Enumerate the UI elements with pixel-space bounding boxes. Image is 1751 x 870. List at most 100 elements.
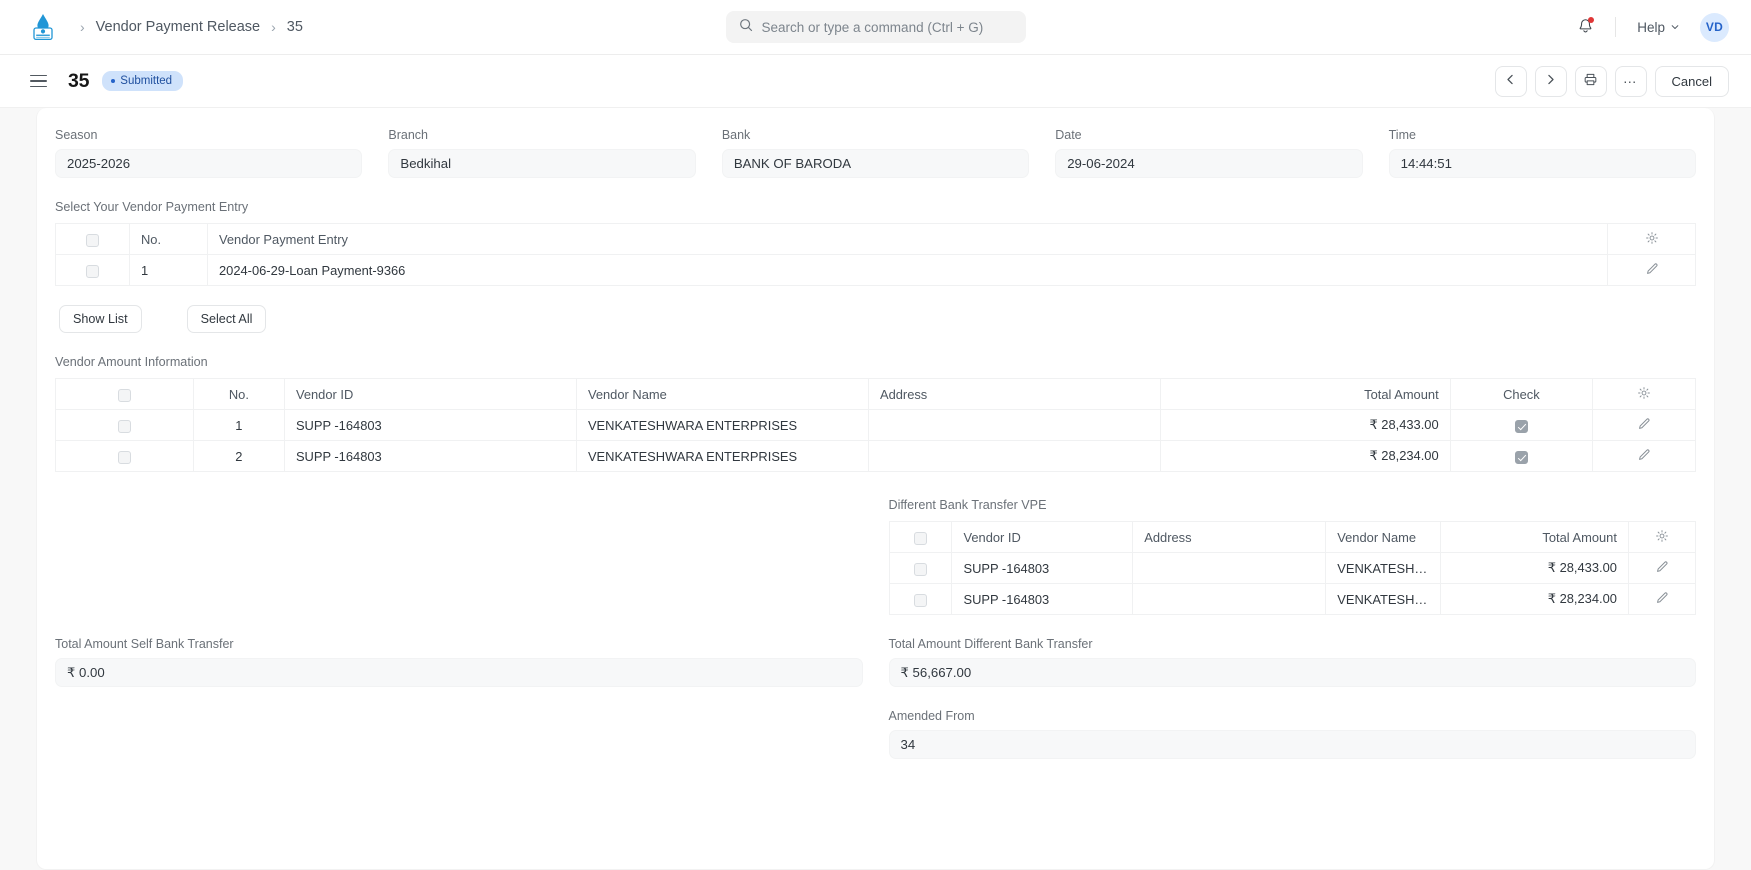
table-row[interactable]: SUPP -164803 VENKATESHWAR... ₹ 28,234.00	[888, 583, 1697, 615]
breadcrumb-current: 35	[286, 19, 303, 35]
vai-row-checkbox[interactable]	[117, 419, 131, 433]
season-input[interactable]: 2025-2026	[55, 149, 363, 178]
show-list-button[interactable]: Show List	[59, 305, 142, 333]
dbt-row-checkbox[interactable]	[913, 593, 927, 607]
vai-header-checkbox[interactable]	[117, 388, 131, 402]
vai-col-no: No.	[192, 378, 285, 410]
vai-select-all-header	[55, 378, 194, 410]
navbar-right-actions: Help VD	[1569, 11, 1729, 43]
vai-col-total-amount: Total Amount	[1159, 378, 1451, 410]
vai-col-vendor-id: Vendor ID	[283, 378, 577, 410]
dbt-row-total-amount[interactable]: ₹ 28,234.00	[1440, 583, 1629, 615]
status-dot-icon	[111, 79, 116, 83]
vai-row-address[interactable]	[867, 440, 1161, 472]
vai-row-check-checkbox[interactable]	[1514, 419, 1528, 433]
table-row[interactable]: 2 SUPP -164803 VENKATESHWARA ENTERPRISES…	[55, 440, 1696, 472]
vai-row-check-cell	[1449, 440, 1594, 472]
vpe-action-buttons: Show List Select All	[59, 305, 1696, 333]
dbt-row-checkbox[interactable]	[913, 562, 927, 576]
date-input[interactable]: 29-06-2024	[1055, 149, 1363, 178]
dbt-row-vendor-id[interactable]: SUPP -164803	[951, 583, 1134, 615]
gear-icon[interactable]	[1637, 386, 1651, 400]
table-header-row: No. Vendor Payment Entry	[55, 223, 1696, 255]
dbt-row-total-amount[interactable]: ₹ 28,433.00	[1440, 552, 1629, 584]
field-amended-from: Amended From 34	[888, 709, 1696, 759]
vai-col-address: Address	[867, 378, 1161, 410]
total-self-bank-input[interactable]: ₹ 0.00	[55, 658, 863, 687]
dbt-row-vendor-name[interactable]: VENKATESHWAR...	[1325, 552, 1442, 584]
next-document-button[interactable]	[1534, 65, 1567, 97]
vai-row-total-amount[interactable]: ₹ 28,433.00	[1159, 409, 1451, 441]
vai-row-check-checkbox[interactable]	[1514, 450, 1528, 464]
dbt-row-address[interactable]	[1132, 552, 1327, 584]
table-row[interactable]: SUPP -164803 VENKATESHWAR... ₹ 28,433.00	[888, 552, 1697, 584]
gear-icon[interactable]	[1655, 529, 1669, 543]
dbt-row-edit-cell	[1627, 552, 1697, 584]
search-input[interactable]	[761, 19, 1013, 35]
previous-document-button[interactable]	[1494, 65, 1527, 97]
print-button[interactable]	[1574, 65, 1607, 97]
vai-row-vendor-name[interactable]: VENKATESHWARA ENTERPRISES	[575, 409, 869, 441]
form-container: Season 2025-2026 Branch Bedkihal Bank BA…	[36, 108, 1715, 870]
select-all-button[interactable]: Select All	[186, 305, 267, 333]
vai-row-vendor-id[interactable]: SUPP -164803	[283, 440, 577, 472]
vai-row-index: 2	[192, 440, 285, 472]
field-label-branch: Branch	[388, 128, 429, 142]
cancel-button[interactable]: Cancel	[1654, 65, 1729, 97]
pencil-icon[interactable]	[1655, 591, 1669, 605]
vpe-row-checkbox[interactable]	[86, 264, 99, 278]
field-branch: Branch Bedkihal	[388, 128, 696, 178]
dbt-col-address: Address	[1132, 521, 1327, 553]
dbt-row-vendor-name[interactable]: VENKATESHWAR...	[1325, 583, 1442, 615]
amended-from-label: Amended From	[888, 709, 975, 723]
table-row[interactable]: 1 2024-06-29-Loan Payment-9366	[55, 254, 1696, 286]
pencil-icon[interactable]	[1645, 262, 1659, 276]
avatar[interactable]: VD	[1700, 12, 1729, 42]
vpe-row-select-cell	[55, 254, 130, 286]
page-header-actions: … Cancel	[1494, 65, 1729, 97]
pencil-icon[interactable]	[1637, 448, 1651, 462]
dbt-header-checkbox[interactable]	[913, 531, 927, 545]
table-row[interactable]: 1 SUPP -164803 VENKATESHWARA ENTERPRISES…	[55, 409, 1696, 441]
vpe-row-entry[interactable]: 2024-06-29-Loan Payment-9366	[207, 254, 1608, 286]
vpe-header-checkbox[interactable]	[86, 233, 99, 247]
vai-row-edit-cell	[1592, 409, 1696, 441]
bank-input[interactable]: BANK OF BARODA	[721, 149, 1030, 178]
navbar-divider	[1615, 17, 1617, 37]
page-title: 35	[68, 69, 90, 92]
help-menu-button[interactable]: Help	[1630, 15, 1687, 40]
vendor-amount-section-label: Vendor Amount Information	[55, 355, 208, 369]
app-logo-icon[interactable]	[28, 12, 58, 42]
dbt-row-vendor-id[interactable]: SUPP -164803	[951, 552, 1134, 584]
time-input[interactable]: 14:44:51	[1388, 149, 1697, 178]
dbt-row-select-cell	[888, 583, 953, 615]
field-date: Date 29-06-2024	[1055, 128, 1363, 178]
vpe-col-entry: Vendor Payment Entry	[207, 223, 1608, 255]
vai-row-vendor-name[interactable]: VENKATESHWARA ENTERPRISES	[575, 440, 869, 472]
vai-row-select-cell	[55, 440, 194, 472]
gear-icon[interactable]	[1645, 231, 1659, 245]
breadcrumb-separator-2: ›	[271, 19, 276, 35]
vai-row-vendor-id[interactable]: SUPP -164803	[283, 409, 577, 441]
pencil-icon[interactable]	[1637, 417, 1651, 431]
dbt-col-settings	[1627, 521, 1697, 553]
total-different-bank-input[interactable]: ₹ 56,667.00	[888, 658, 1696, 687]
hamburger-menu-icon[interactable]	[30, 69, 54, 93]
vpe-select-all-header	[55, 223, 130, 255]
vendor-payment-entry-section: Select Your Vendor Payment Entry No. Ven…	[55, 200, 1696, 333]
vai-row-total-amount[interactable]: ₹ 28,234.00	[1159, 440, 1451, 472]
different-bank-transfer-section: Different Bank Transfer VPE Vendor ID Ad…	[889, 498, 1697, 615]
vai-row-address[interactable]	[867, 409, 1161, 441]
amended-from-input[interactable]: 34	[888, 730, 1696, 759]
breadcrumb-parent-link[interactable]: Vendor Payment Release	[96, 19, 260, 35]
branch-input[interactable]: Bedkihal	[388, 149, 696, 178]
search-box[interactable]	[725, 11, 1026, 43]
vai-row-checkbox[interactable]	[117, 450, 131, 464]
dbt-row-address[interactable]	[1132, 583, 1327, 615]
pencil-icon[interactable]	[1655, 560, 1669, 574]
field-label-date: Date	[1055, 128, 1082, 142]
dbt-col-total-amount: Total Amount	[1440, 521, 1629, 553]
vai-col-settings	[1592, 378, 1696, 410]
more-options-button[interactable]: …	[1614, 65, 1647, 97]
notifications-button[interactable]	[1569, 11, 1601, 43]
